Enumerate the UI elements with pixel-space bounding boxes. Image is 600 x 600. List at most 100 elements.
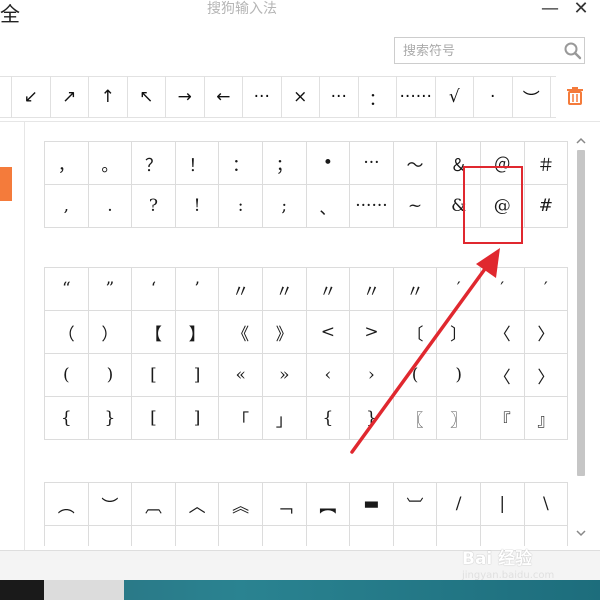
symbol-cell[interactable]: “ <box>44 267 89 311</box>
recent-symbol-cell[interactable]: · <box>474 76 513 118</box>
symbol-cell[interactable]: ( <box>44 353 89 397</box>
minimize-button[interactable]: — <box>540 0 560 20</box>
symbol-cell[interactable] <box>305 525 351 546</box>
recent-symbol-cell[interactable]: ··· <box>320 76 359 118</box>
search-input[interactable] <box>401 41 555 62</box>
symbol-cell[interactable] <box>131 525 176 546</box>
symbol-cell[interactable]: ， <box>44 141 89 185</box>
symbol-cell[interactable]: ～ <box>392 141 438 185</box>
recent-symbol-cell[interactable]: ← <box>205 76 243 118</box>
symbol-cell[interactable]: [ <box>131 353 176 397</box>
symbol-cell[interactable] <box>218 525 263 546</box>
symbol-cell[interactable]: ＃ <box>523 141 569 185</box>
recent-symbol-cell[interactable]: → <box>166 76 205 118</box>
recent-symbol-cell[interactable]: ︶ <box>513 76 551 118</box>
recent-symbol-cell[interactable]: ↙ <box>12 76 51 118</box>
symbol-cell[interactable]: ) <box>87 353 133 397</box>
symbol-cell[interactable]: \ <box>523 482 569 526</box>
sidebar-divider <box>24 122 25 550</box>
symbol-cell[interactable]: ︻ <box>305 482 351 526</box>
symbol-cell[interactable]: 】 <box>174 310 220 354</box>
symbol-cell[interactable]: ▬ <box>349 482 394 526</box>
search-icon[interactable] <box>562 40 584 62</box>
symbol-cell[interactable]: ? <box>131 184 176 228</box>
symbol-cell[interactable]: ′ <box>523 267 569 311</box>
symbol-cell[interactable]: 〃 <box>261 267 307 311</box>
scrollbar[interactable] <box>574 136 588 542</box>
watermark-text: Bai 经验 <box>462 549 533 569</box>
symbol-cell[interactable]: » <box>261 353 307 397</box>
symbol-cell[interactable] <box>392 525 438 546</box>
recent-symbol-cell[interactable]: ··· <box>243 76 282 118</box>
symbol-cell[interactable]: « <box>218 353 263 397</box>
symbol-cell[interactable]: [ <box>131 396 176 440</box>
symbol-cell[interactable]: ! <box>174 184 220 228</box>
symbol-cell[interactable]: 。 <box>87 141 133 185</box>
symbol-cell[interactable]: 【 <box>131 310 176 354</box>
symbol-cell[interactable]: # <box>523 184 569 228</box>
symbol-cell[interactable]: 》 <box>261 310 307 354</box>
symbol-cell[interactable]: ] <box>174 353 220 397</box>
symbol-cell[interactable]: ; <box>261 184 307 228</box>
symbol-cell[interactable]: / <box>436 482 481 526</box>
symbol-cell[interactable]: ？ <box>131 141 176 185</box>
symbol-search-box[interactable] <box>394 37 585 64</box>
symbol-cell[interactable]: ······ <box>349 184 394 228</box>
symbol-cell[interactable]: ︹ <box>131 482 176 526</box>
sidebar-active-tab[interactable] <box>0 167 12 201</box>
taskbar-left <box>0 580 44 600</box>
symbol-cell[interactable]: } <box>87 396 133 440</box>
symbol-cell[interactable]: ： <box>218 141 263 185</box>
symbol-cell[interactable]: ] <box>174 396 220 440</box>
symbol-cell[interactable]: ‘ <box>131 267 176 311</box>
recent-symbol-cell[interactable]: ↖ <box>128 76 166 118</box>
symbol-cell[interactable] <box>44 525 89 546</box>
scroll-thumb[interactable] <box>577 150 585 476</box>
symbol-cell[interactable]: : <box>218 184 263 228</box>
symbol-cell[interactable]: . <box>87 184 133 228</box>
symbol-cell[interactable]: ~ <box>392 184 438 228</box>
symbol-cell[interactable]: 』 <box>523 396 569 440</box>
symbol-cell[interactable]: | <box>479 482 525 526</box>
symbol-cell[interactable]: ； <box>261 141 307 185</box>
symbol-cell[interactable]: ︶ <box>87 482 133 526</box>
symbol-cell[interactable]: （ <box>44 310 89 354</box>
symbol-cell[interactable]: ︵ <box>44 482 89 526</box>
annotation-highlight-box <box>463 166 523 244</box>
symbol-cell[interactable] <box>349 525 394 546</box>
symbol-cell[interactable]: 」 <box>261 396 307 440</box>
symbol-cell[interactable]: ’ <box>174 267 220 311</box>
scroll-up-icon[interactable] <box>576 136 586 146</box>
symbol-cell[interactable]: , <box>44 184 89 228</box>
symbol-cell[interactable]: ︺ <box>392 482 438 526</box>
symbol-cell[interactable]: 《 <box>218 310 263 354</box>
symbol-cell[interactable]: ︿ <box>174 482 220 526</box>
annotation-arrow-icon <box>350 248 500 454</box>
symbol-cell[interactable] <box>261 525 307 546</box>
recent-symbol-cell[interactable]: ······ <box>397 76 436 118</box>
recent-symbol-cell[interactable]: ： <box>359 76 397 118</box>
symbol-cell[interactable] <box>174 525 220 546</box>
symbol-cell[interactable]: 、 <box>305 184 351 228</box>
symbol-cell[interactable]: { <box>44 396 89 440</box>
symbol-cell[interactable]: ︽ <box>218 482 263 526</box>
symbol-cell[interactable]: 〃 <box>218 267 263 311</box>
symbol-cell[interactable]: ··· <box>349 141 394 185</box>
symbol-cell[interactable]: ！ <box>174 141 220 185</box>
close-button[interactable]: ✕ <box>571 0 591 20</box>
title-bar: 全 搜狗输入法 — ✕ <box>0 0 600 26</box>
symbol-cell[interactable]: 〉 <box>523 353 569 397</box>
symbol-cell[interactable]: ﹁ <box>261 482 307 526</box>
symbol-cell[interactable]: • <box>305 141 351 185</box>
symbol-cell[interactable]: 〉 <box>523 310 569 354</box>
symbol-cell[interactable] <box>87 525 133 546</box>
trash-icon[interactable] <box>566 86 584 106</box>
recent-symbol-cell[interactable]: √ <box>436 76 474 118</box>
recent-symbol-cell[interactable]: ↗ <box>51 76 89 118</box>
symbol-cell[interactable]: ” <box>87 267 133 311</box>
recent-symbol-cell[interactable]: × <box>282 76 320 118</box>
symbol-cell[interactable]: 「 <box>218 396 263 440</box>
recent-symbol-cell[interactable]: ↑ <box>89 76 128 118</box>
recent-symbols-row: ↙ ↗ ↑ ↖ → ← ··· × ···： ······ √ · ︶ <box>0 76 560 118</box>
symbol-cell[interactable]: ） <box>87 310 133 354</box>
